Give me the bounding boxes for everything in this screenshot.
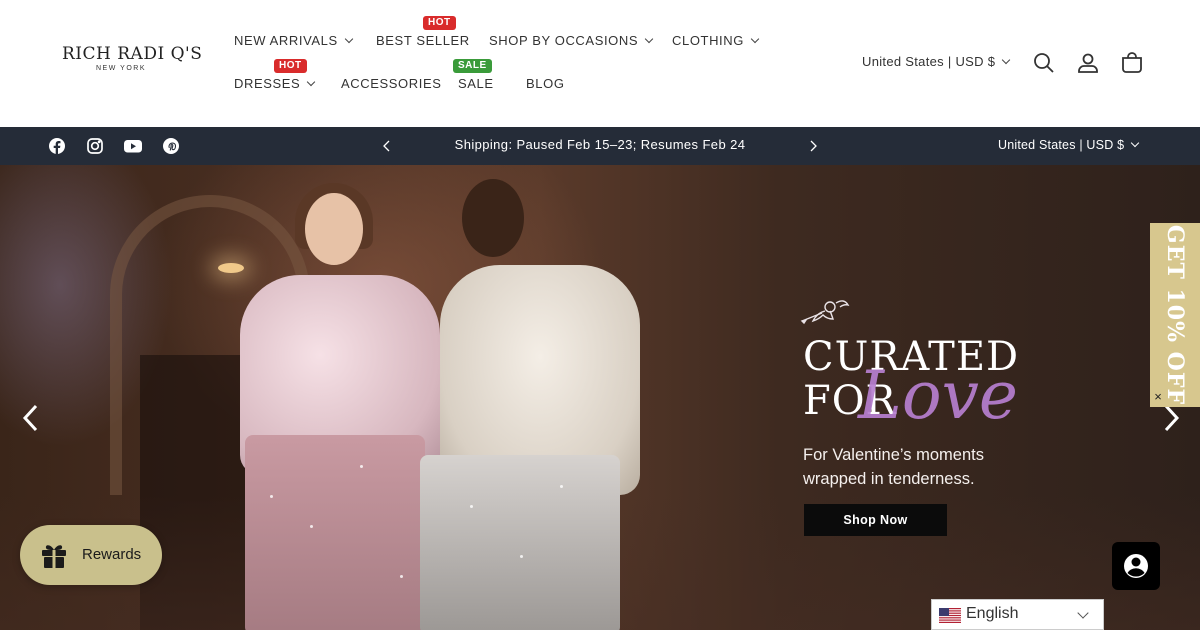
chevron-down-icon: [1001, 55, 1011, 65]
instagram-link[interactable]: [86, 137, 104, 155]
brand-city: NEW YORK: [96, 65, 146, 72]
nav-clothing-label: CLOTHING: [672, 33, 744, 48]
hot-badge: HOT: [423, 16, 456, 30]
model-left-skirt: [245, 435, 425, 630]
brand-name: RICH RADI Q'S: [62, 44, 203, 64]
sparkle: [360, 465, 363, 468]
chevron-down-icon: [344, 34, 354, 44]
nav-best-seller-label: BEST SELLER: [376, 33, 470, 48]
announcement-text: Shipping: Paused Feb 15–23; Resumes Feb …: [454, 137, 746, 152]
model-right-skirt: [420, 455, 620, 630]
model-right-face: [462, 179, 524, 257]
nav-blog-label: BLOG: [526, 76, 565, 91]
rewards-label: Rewards: [82, 546, 142, 563]
account-icon: [1078, 53, 1098, 73]
ceiling-lamp: [218, 263, 244, 273]
pinterest-icon: [163, 138, 179, 154]
youtube-link[interactable]: [123, 137, 143, 155]
language-selector[interactable]: English: [931, 599, 1104, 630]
nav-dresses-label: DRESSES: [234, 76, 301, 91]
nav-new-arrivals-label: NEW ARRIVALS: [234, 33, 338, 48]
account-button[interactable]: [1076, 51, 1100, 75]
hero-subtitle: For Valentine’s moments wrapped in tende…: [803, 443, 984, 491]
nav-dresses[interactable]: DRESSES: [234, 75, 316, 93]
cart-button[interactable]: [1120, 51, 1144, 75]
search-button[interactable]: [1032, 51, 1056, 75]
nav-blog[interactable]: BLOG: [526, 75, 565, 93]
hero-subtitle-line1: For Valentine’s moments: [803, 446, 984, 464]
announcement-currency-label: United States | USD $: [998, 138, 1125, 152]
youtube-icon: [124, 140, 142, 153]
nav-clothing[interactable]: CLOTHING: [672, 32, 760, 50]
currency-selector[interactable]: United States | USD $: [862, 54, 1011, 69]
hero-banner[interactable]: CURATED FOR Love For Valentine’s moments…: [0, 165, 1200, 630]
gift-icon: [42, 545, 66, 568]
user-circle-icon: [1124, 554, 1148, 578]
nav-accessories[interactable]: ACCESSORIES: [341, 75, 442, 93]
chevron-right-icon: [1164, 404, 1180, 432]
hero-subtitle-line2: wrapped in tenderness.: [803, 470, 975, 488]
hero-script-word: Love: [858, 357, 1018, 434]
chevron-down-icon: [1077, 607, 1089, 619]
chevron-down-icon: [307, 77, 316, 87]
sparkle: [470, 505, 473, 508]
nav-accessories-label: ACCESSORIES: [341, 76, 442, 91]
sparkle: [400, 575, 403, 578]
hot-badge: HOT: [274, 59, 307, 73]
site-header: RICH RADI Q'S NEW YORK NEW ARRIVALS HOT …: [0, 0, 1200, 127]
sparkle: [310, 525, 313, 528]
rewards-launcher[interactable]: Rewards: [20, 525, 162, 585]
facebook-icon: [49, 138, 65, 154]
chevron-down-icon: [1131, 138, 1140, 148]
instagram-icon: [87, 138, 103, 154]
sparkle: [520, 555, 523, 558]
cart-icon: [1122, 52, 1142, 73]
language-label: English: [966, 605, 1019, 622]
chevron-left-icon: [22, 404, 38, 432]
hero-prev-button[interactable]: [20, 403, 42, 433]
chevron-down-icon: [750, 34, 760, 44]
model-left-face: [305, 193, 363, 265]
pinterest-link[interactable]: [162, 137, 180, 155]
chevron-left-icon: [383, 140, 390, 152]
us-flag-icon: [939, 608, 961, 623]
sale-badge: SALE: [453, 59, 492, 73]
chevron-down-icon: [644, 34, 654, 44]
announcement-currency-selector[interactable]: United States | USD $: [998, 138, 1140, 152]
discount-side-tab-label: GET 10% OFF: [1162, 224, 1188, 406]
chat-account-button[interactable]: [1112, 542, 1160, 590]
facebook-link[interactable]: [48, 137, 66, 155]
search-icon: [1034, 53, 1054, 73]
chevron-right-icon: [810, 140, 817, 152]
shop-now-button[interactable]: Shop Now: [804, 504, 947, 536]
nav-new-arrivals[interactable]: NEW ARRIVALS: [234, 32, 354, 50]
nav-shop-by-occasions-label: SHOP BY OCCASIONS: [489, 33, 639, 48]
sparkle: [560, 485, 563, 488]
nav-shop-by-occasions[interactable]: SHOP BY OCCASIONS: [489, 32, 654, 50]
discount-side-tab[interactable]: GET 10% OFF: [1150, 223, 1200, 407]
cupid-icon: [798, 297, 852, 329]
currency-label: United States | USD $: [862, 54, 996, 69]
sparkle: [270, 495, 273, 498]
discount-tab-close-icon[interactable]: ×: [1151, 390, 1165, 404]
brand-logo[interactable]: RICH RADI Q'S NEW YORK: [62, 44, 203, 84]
nav-best-seller[interactable]: BEST SELLER: [376, 32, 470, 50]
announcement-prev-button[interactable]: [380, 139, 394, 153]
nav-sale-label: SALE: [458, 76, 494, 91]
announcement-next-button[interactable]: [806, 139, 820, 153]
hero-next-button[interactable]: [1160, 403, 1182, 433]
nav-sale[interactable]: SALE: [458, 75, 494, 93]
announcement-bar: Shipping: Paused Feb 15–23; Resumes Feb …: [0, 127, 1200, 165]
